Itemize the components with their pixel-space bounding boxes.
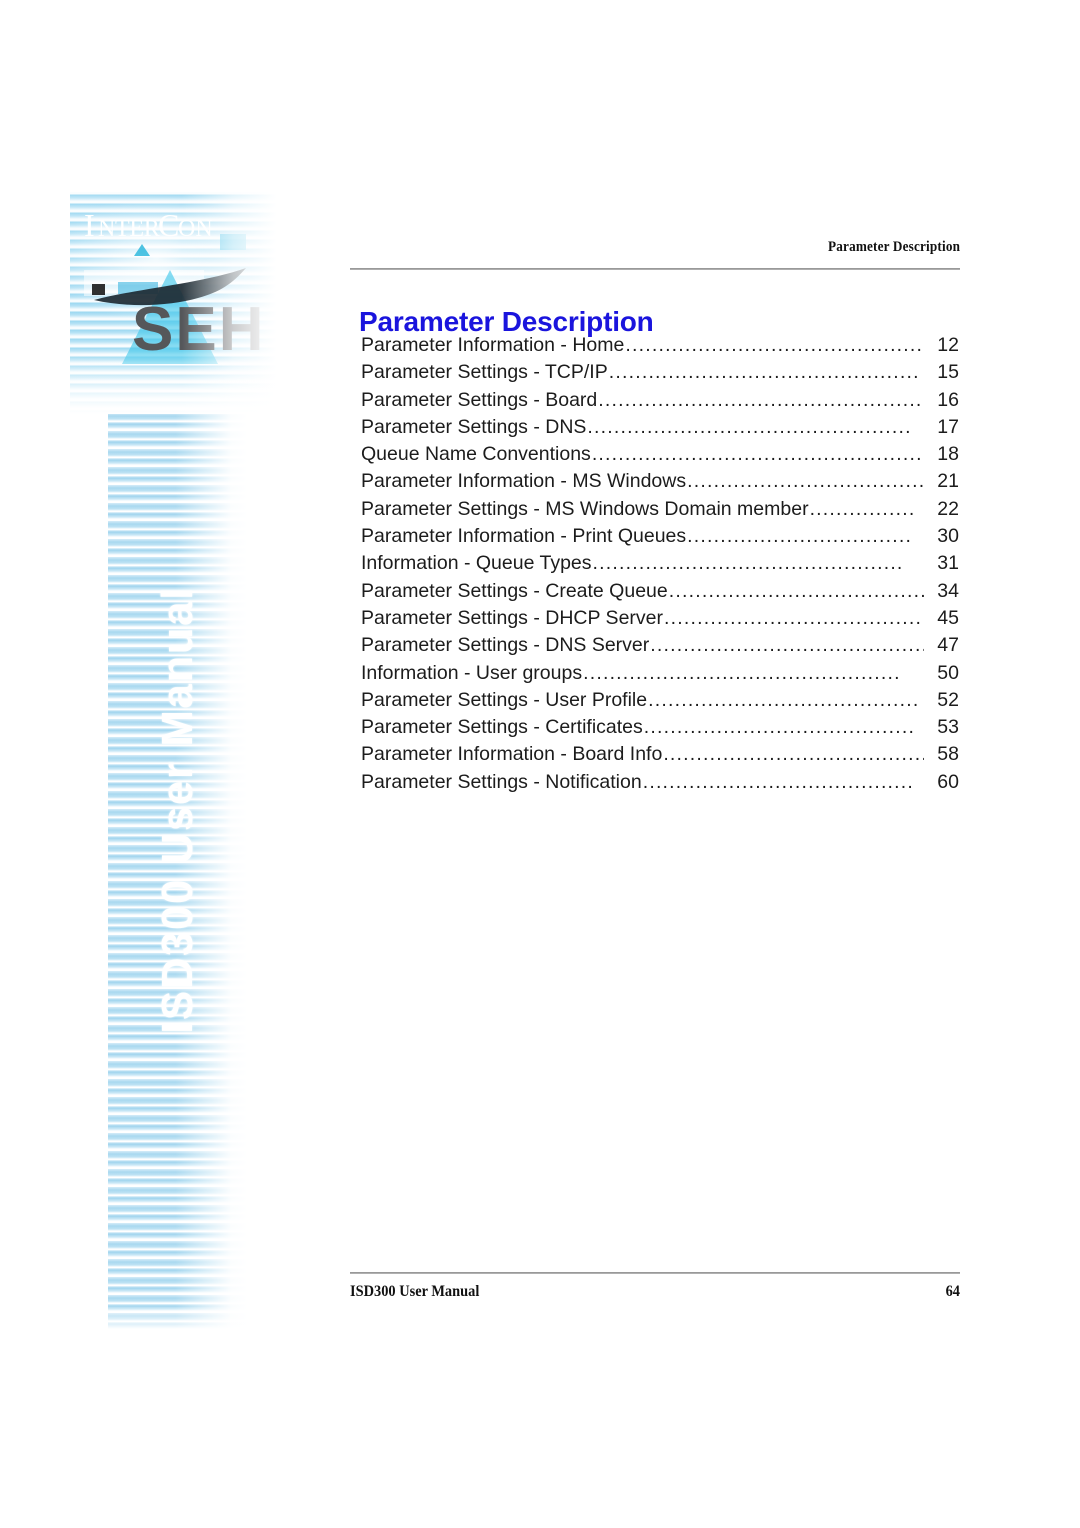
toc-entry-page-number: 58 <box>937 743 959 766</box>
toc-entry[interactable]: Parameter Settings - DHCP Server .......… <box>361 607 959 634</box>
logo-bottom-fade <box>70 192 285 414</box>
toc-dot-leader: ........................................… <box>648 688 920 711</box>
toc-entry[interactable]: Parameter Settings - Certificates ......… <box>361 716 959 743</box>
toc-dot-leader: ................ <box>809 497 916 520</box>
toc-entry[interactable]: Parameter Settings - DNS ...............… <box>361 416 959 443</box>
toc-entry[interactable]: Parameter Information - Print Queues ...… <box>361 525 959 552</box>
toc-dot-leader: ........................................… <box>663 743 924 766</box>
toc-entry-page-number: 52 <box>937 688 959 711</box>
toc-entry-page-number: 15 <box>937 361 959 384</box>
toc-entry-label: Queue Name Conventions <box>361 443 591 466</box>
toc-entry-page-number: 45 <box>937 606 959 629</box>
toc-entry[interactable]: Parameter Settings - TCP/IP ............… <box>361 361 959 388</box>
toc-entry-label: Parameter Settings - MS Windows Domain m… <box>361 497 809 520</box>
toc-entry[interactable]: Parameter Information - Home............… <box>361 334 959 361</box>
toc-entry-label: Parameter Information - MS Windows <box>361 470 687 493</box>
toc-entry[interactable]: Parameter Information - MS Windows .....… <box>361 470 959 497</box>
toc-entry-page-number: 31 <box>937 552 959 575</box>
toc-entry-page-number: 34 <box>937 579 959 602</box>
toc-entry-label: Parameter Settings - DHCP Server <box>361 606 663 629</box>
toc-entry[interactable]: Information - Queue Types ..............… <box>361 552 959 579</box>
toc-entry-label: Parameter Settings - Board <box>361 388 598 411</box>
toc-entry-label: Information - Queue Types <box>361 552 592 575</box>
toc-dot-leader: ........................................… <box>643 716 916 739</box>
footer-document-title: ISD300 User Manual <box>350 1283 480 1300</box>
running-header: Parameter Description <box>350 238 960 256</box>
toc-entry[interactable]: Queue Name Conventions..................… <box>361 443 959 470</box>
page-title: Parameter Description <box>359 305 654 337</box>
toc-entry-label: Parameter Settings - User Profile <box>361 688 648 711</box>
toc-entry-label: Parameter Information - Print Queues <box>361 525 687 548</box>
page-footer: ISD300 User Manual 64 <box>350 1283 960 1301</box>
toc-entry-page-number: 12 <box>937 334 959 356</box>
toc-entry-label: Parameter Information - Board Info <box>361 743 663 766</box>
toc-entry-label: Information - User groups <box>361 661 583 684</box>
toc-entry-page-number: 22 <box>937 497 959 520</box>
toc-entry-page-number: 50 <box>937 661 959 684</box>
footer-divider <box>350 1272 960 1274</box>
toc-dot-leader: .................................. <box>687 525 913 548</box>
toc-dot-leader: ........................................… <box>608 361 920 384</box>
toc-entry-page-number: 17 <box>937 415 959 438</box>
toc-dot-leader: .................................... <box>687 470 924 493</box>
toc-entry-page-number: 47 <box>937 634 959 657</box>
toc-entry[interactable]: Parameter Settings - MS Windows Domain m… <box>361 498 959 525</box>
toc-entry[interactable]: Information - User groups ..............… <box>361 662 959 689</box>
toc-entry[interactable]: Parameter Settings - DNS Server.........… <box>361 634 959 661</box>
toc-dot-leader: ........................................… <box>592 552 904 575</box>
toc-entry-page-number: 30 <box>937 525 959 548</box>
toc-dot-leader: ........................................… <box>650 634 924 657</box>
toc-entry-page-number: 53 <box>937 716 959 739</box>
toc-entry-label: Parameter Settings - Certificates <box>361 716 643 739</box>
toc-entry-page-number: 16 <box>937 388 959 411</box>
toc-entry[interactable]: Parameter Settings - User Profile ......… <box>361 689 959 716</box>
toc-entry[interactable]: Parameter Settings - Board..............… <box>361 389 959 416</box>
toc-dot-leader: ........................................… <box>625 334 924 356</box>
toc-entry-page-number: 21 <box>937 470 959 493</box>
toc-entry-page-number: 60 <box>937 770 959 793</box>
toc-entry-label: Parameter Settings - Notification <box>361 770 642 793</box>
toc-dot-leader: ....................................... <box>664 606 923 629</box>
toc-entry[interactable]: Parameter Settings - Notification ......… <box>361 771 959 798</box>
toc-entry-label: Parameter Settings - Create Queue <box>361 579 668 602</box>
toc-dot-leader: ........................................… <box>591 443 924 466</box>
toc-dot-leader: ........................................… <box>598 388 924 411</box>
toc-dot-leader: ........................................… <box>587 415 912 438</box>
toc-entry-label: Parameter Settings - DNS Server <box>361 634 650 657</box>
toc-entry-label: Parameter Settings - DNS <box>361 415 587 438</box>
toc-entry[interactable]: Parameter Settings - Create Queue.......… <box>361 580 959 607</box>
toc-entry[interactable]: Parameter Information - Board Info......… <box>361 743 959 770</box>
footer-page-number: 64 <box>945 1283 960 1300</box>
toc-dot-leader: ........................................… <box>642 770 915 793</box>
toc-entry-label: Parameter Information - Home <box>361 334 625 356</box>
toc-entry-page-number: 18 <box>937 443 959 466</box>
brand-logo: I NTER C ON SEH <box>70 192 285 414</box>
toc-entry-label: Parameter Settings - TCP/IP <box>361 361 608 384</box>
running-header-text: Parameter Description <box>827 239 960 255</box>
toc-dot-leader: ........................................… <box>668 579 924 602</box>
toc-dot-leader: ........................................… <box>583 661 901 684</box>
table-of-contents: Parameter Information - Home............… <box>361 334 959 798</box>
header-divider <box>350 268 960 270</box>
